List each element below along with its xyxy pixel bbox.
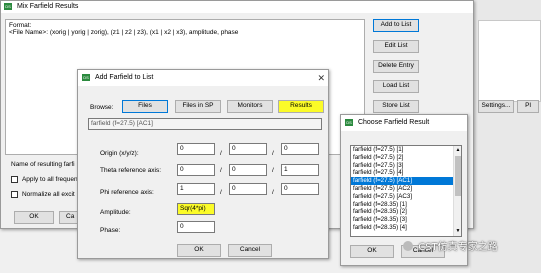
add-cancel-button[interactable]: Cancel xyxy=(228,244,272,257)
list-item[interactable]: farfield (f=27.5) [AC3] xyxy=(351,193,453,201)
list-item[interactable]: farfield (f=28.35) [3] xyxy=(351,216,453,224)
watermark-text: CST仿真专家之路 xyxy=(418,242,498,253)
browse-results-button[interactable]: Results xyxy=(278,100,324,113)
format-line1: Format: xyxy=(9,22,32,29)
list-item[interactable]: farfield (f=27.5) [2] xyxy=(351,154,453,162)
browse-monitors-button[interactable]: Monitors xyxy=(227,100,273,113)
normalize-checkbox[interactable] xyxy=(11,191,18,198)
amplitude-label: Amplitude: xyxy=(100,209,131,216)
phi-sep-2: / xyxy=(272,189,274,196)
theta-y-field[interactable]: 0 xyxy=(229,164,267,176)
watermark: CST仿真专家之路 xyxy=(403,238,498,253)
list-item[interactable]: farfield (f=27.5) [AC1] xyxy=(351,177,453,185)
delete-entry-button[interactable]: Delete Entry xyxy=(373,60,419,73)
normalize-option[interactable]: Normalize all excit xyxy=(11,191,75,200)
list-item[interactable]: farfield (f=28.35) [2] xyxy=(351,208,453,216)
choose-ok-button[interactable]: OK xyxy=(350,245,394,258)
list-item[interactable]: farfield (f=27.5) [3] xyxy=(351,162,453,170)
edit-list-button[interactable]: Edit List xyxy=(373,40,419,53)
apply-frequencies-checkbox[interactable] xyxy=(11,176,18,183)
theta-z-field[interactable]: 1 xyxy=(281,164,319,176)
add-dialog-titlebar: DS Add Farfield to List ✕ xyxy=(78,70,328,86)
origin-x-field[interactable]: 0 xyxy=(177,143,215,155)
origin-label: Origin (x/y/z): xyxy=(100,150,139,157)
load-list-button[interactable]: Load List xyxy=(373,80,419,93)
background-window: Settings... Pl xyxy=(470,0,541,273)
theta-x-field[interactable]: 0 xyxy=(177,164,215,176)
format-line2: <File Name>: (xorig | yorig | zorig), (z… xyxy=(9,29,239,36)
apply-frequencies-label: Apply to all frequen xyxy=(21,176,78,183)
theta-sep-1: / xyxy=(220,167,222,174)
origin-sep-1: / xyxy=(220,150,222,157)
mix-dialog-titlebar: DS Mix Farfield Results xyxy=(1,1,473,13)
phi-label: Phi reference axis: xyxy=(100,189,154,196)
farfield-result-list[interactable]: farfield (f=27.5) [1] farfield (f=27.5) [… xyxy=(350,145,462,237)
theta-label: Theta reference axis: xyxy=(100,167,162,174)
phase-field[interactable]: 0 xyxy=(177,221,215,233)
phi-x-field[interactable]: 1 xyxy=(177,183,215,195)
browse-files-in-sp-button[interactable]: Files in SP xyxy=(175,100,221,113)
result-list-items: farfield (f=27.5) [1] farfield (f=27.5) [… xyxy=(351,146,453,232)
add-to-list-button[interactable]: Add to List xyxy=(373,19,419,32)
app-icon: DS xyxy=(82,73,90,81)
list-scrollbar[interactable]: ▲ ▼ xyxy=(453,146,461,236)
apply-frequencies-option[interactable]: Apply to all frequen xyxy=(11,176,78,185)
list-item[interactable]: farfield (f=27.5) [1] xyxy=(351,146,453,154)
phase-label: Phase: xyxy=(100,227,121,234)
browse-files-button[interactable]: Files xyxy=(122,100,168,113)
phi-sep-1: / xyxy=(220,189,222,196)
browse-label: Browse: xyxy=(90,104,114,111)
mix-ok-button[interactable]: OK xyxy=(14,211,54,224)
wechat-icon xyxy=(403,240,413,251)
add-farfield-dialog: DS Add Farfield to List ✕ Browse: Files … xyxy=(77,69,329,259)
list-item[interactable]: farfield (f=28.35) [4] xyxy=(351,224,453,232)
theta-sep-2: / xyxy=(272,167,274,174)
origin-z-field[interactable]: 0 xyxy=(281,143,319,155)
plot-tab[interactable]: Pl xyxy=(517,100,539,113)
phi-z-field[interactable]: 0 xyxy=(281,183,319,195)
mix-cancel-button[interactable]: Ca xyxy=(59,211,79,224)
selected-file-field[interactable]: farfield (f=27.5) [AC1] xyxy=(88,118,322,130)
chevron-down-icon[interactable]: ▼ xyxy=(454,227,461,235)
add-dialog-title: Add Farfield to List xyxy=(94,74,154,81)
normalize-label: Normalize all excit xyxy=(21,191,75,198)
store-list-button[interactable]: Store List xyxy=(373,100,419,113)
background-panel xyxy=(478,20,541,102)
list-item[interactable]: farfield (f=27.5) [AC2] xyxy=(351,185,453,193)
app-icon: DS xyxy=(4,2,12,10)
scroll-thumb[interactable] xyxy=(455,156,461,196)
chevron-up-icon[interactable]: ▲ xyxy=(454,146,461,154)
choose-dialog-titlebar: DS Choose Farfield Result xyxy=(341,115,467,131)
list-item[interactable]: farfield (f=28.35) [1] xyxy=(351,201,453,209)
close-icon[interactable]: ✕ xyxy=(317,70,325,86)
result-name-label: Name of resulting farfi xyxy=(11,161,75,168)
amplitude-field[interactable]: Sqr(4*pi) xyxy=(177,203,215,215)
phi-y-field[interactable]: 0 xyxy=(229,183,267,195)
mix-dialog-title: Mix Farfield Results xyxy=(16,3,79,10)
choose-dialog-title: Choose Farfield Result xyxy=(357,119,430,126)
settings-tab[interactable]: Settings... xyxy=(478,100,514,113)
app-icon: DS xyxy=(345,118,353,126)
origin-sep-2: / xyxy=(272,150,274,157)
add-ok-button[interactable]: OK xyxy=(177,244,221,257)
list-item[interactable]: farfield (f=27.5) [4] xyxy=(351,169,453,177)
origin-y-field[interactable]: 0 xyxy=(229,143,267,155)
